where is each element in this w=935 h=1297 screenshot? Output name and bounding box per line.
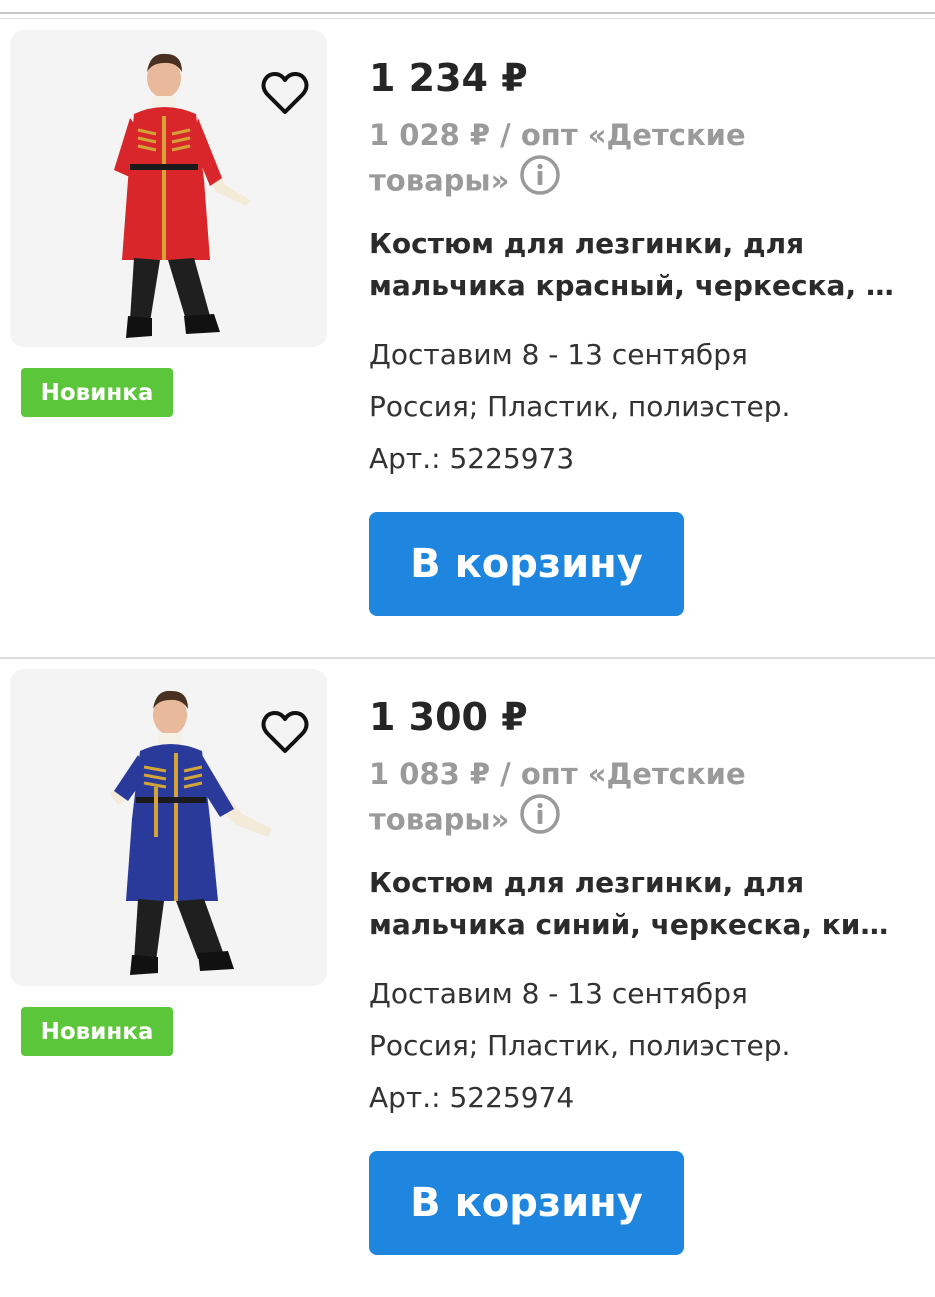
info-circle-icon[interactable] [519,154,561,207]
favorite-button[interactable] [260,70,316,122]
article-number: Арт.: 5225974 [369,1081,575,1114]
add-to-cart-button[interactable]: В корзину [369,512,684,616]
new-badge: Новинка [21,1007,173,1056]
product-title-line2[interactable]: мальчика синий, черкеска, кин... [369,904,894,946]
wholesale-price-line1: 1 083 ₽ / опт «Детские [369,757,746,791]
article-number: Арт.: 5225973 [369,442,575,475]
product-title[interactable]: Костюм для лезгинки, для мальчика синий,… [369,862,929,946]
product-title-line1[interactable]: Костюм для лезгинки, для [369,223,894,265]
product-image[interactable] [10,669,327,986]
add-to-cart-button[interactable]: В корзину [369,1151,684,1255]
delivery-date: Доставим 8 - 13 сентября [369,977,748,1010]
top-divider [0,12,935,14]
wholesale-price-line2: товары» [369,163,510,198]
product-price: 1 300 ₽ [369,695,528,739]
wholesale-price: 1 083 ₽ / опт «Детские товары» [369,753,749,848]
product-title-line2[interactable]: мальчика красный, черкеска, к... [369,265,894,307]
product-material: Россия; Пластик, полиэстер. [369,1029,791,1062]
product-material: Россия; Пластик, полиэстер. [369,390,791,423]
delivery-date: Доставим 8 - 13 сентября [369,338,748,371]
new-badge: Новинка [21,368,173,417]
product-title-line1[interactable]: Костюм для лезгинки, для [369,862,894,904]
heart-outline-icon [261,711,309,753]
product-card[interactable]: Новинка 1 300 ₽ 1 083 ₽ / опт «Детские т… [0,659,935,1297]
wholesale-price-line1: 1 028 ₽ / опт «Детские [369,118,746,152]
product-price: 1 234 ₽ [369,56,528,100]
top-divider-secondary [0,18,935,19]
wholesale-price-line2: товары» [369,802,510,837]
product-title[interactable]: Костюм для лезгинки, для мальчика красны… [369,223,929,307]
info-circle-icon[interactable] [519,793,561,846]
product-image[interactable] [10,30,327,347]
product-card[interactable]: Новинка 1 234 ₽ 1 028 ₽ / опт «Детские т… [0,20,935,658]
wholesale-price: 1 028 ₽ / опт «Детские товары» [369,114,749,209]
heart-outline-icon [261,72,309,114]
favorite-button[interactable] [260,709,316,761]
